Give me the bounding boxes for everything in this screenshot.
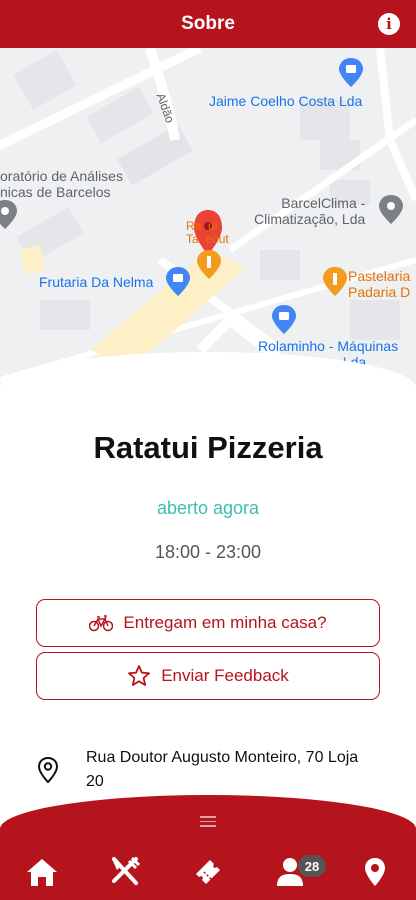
- map-place-label: Jaime Coelho Costa Lda: [209, 93, 363, 109]
- address-text[interactable]: Rua Doutor Augusto Monteiro, 70 Loja 20: [86, 746, 376, 794]
- nav-menu[interactable]: [105, 852, 145, 892]
- open-status: aberto agora: [156, 498, 260, 518]
- map-place-label: oratório de Análises nicas de Barcelos: [0, 168, 123, 200]
- home-icon: [27, 859, 57, 886]
- page-title: Sobre: [181, 13, 235, 34]
- star-icon: [128, 665, 151, 686]
- users-count-badge: 28: [298, 855, 326, 877]
- bicycle-icon: [89, 615, 114, 632]
- restaurant-icon: [112, 856, 141, 885]
- info-icon[interactable]: i: [378, 13, 400, 35]
- drag-handle-icon[interactable]: [200, 816, 216, 830]
- delivery-button-label: Entregam em minha casa?: [123, 613, 327, 632]
- map-place-label: Frutaria Da Nelma: [39, 274, 154, 290]
- map-place-label: Ra ui Ta eout: [186, 219, 229, 246]
- ticket-icon: [196, 860, 220, 884]
- nav-home[interactable]: [22, 852, 62, 892]
- delivery-button[interactable]: Entregam em minha casa?: [36, 599, 380, 647]
- map-place-label: BarcelClima - Climatização, Lda: [254, 195, 366, 227]
- map-place-label: Pastelaria Padaria D: [348, 268, 411, 300]
- address-pin-icon: [37, 756, 59, 784]
- app-header: Sobre i: [0, 0, 416, 48]
- feedback-button[interactable]: Enviar Feedback: [36, 652, 380, 700]
- feedback-button-label: Enviar Feedback: [161, 666, 289, 685]
- restaurant-name: Ratatui Pizzeria: [93, 430, 323, 465]
- nav-tickets[interactable]: [188, 852, 228, 892]
- nav-location[interactable]: [355, 852, 395, 892]
- location-icon: [365, 858, 385, 886]
- opening-hours: 18:00 - 23:00: [154, 542, 262, 562]
